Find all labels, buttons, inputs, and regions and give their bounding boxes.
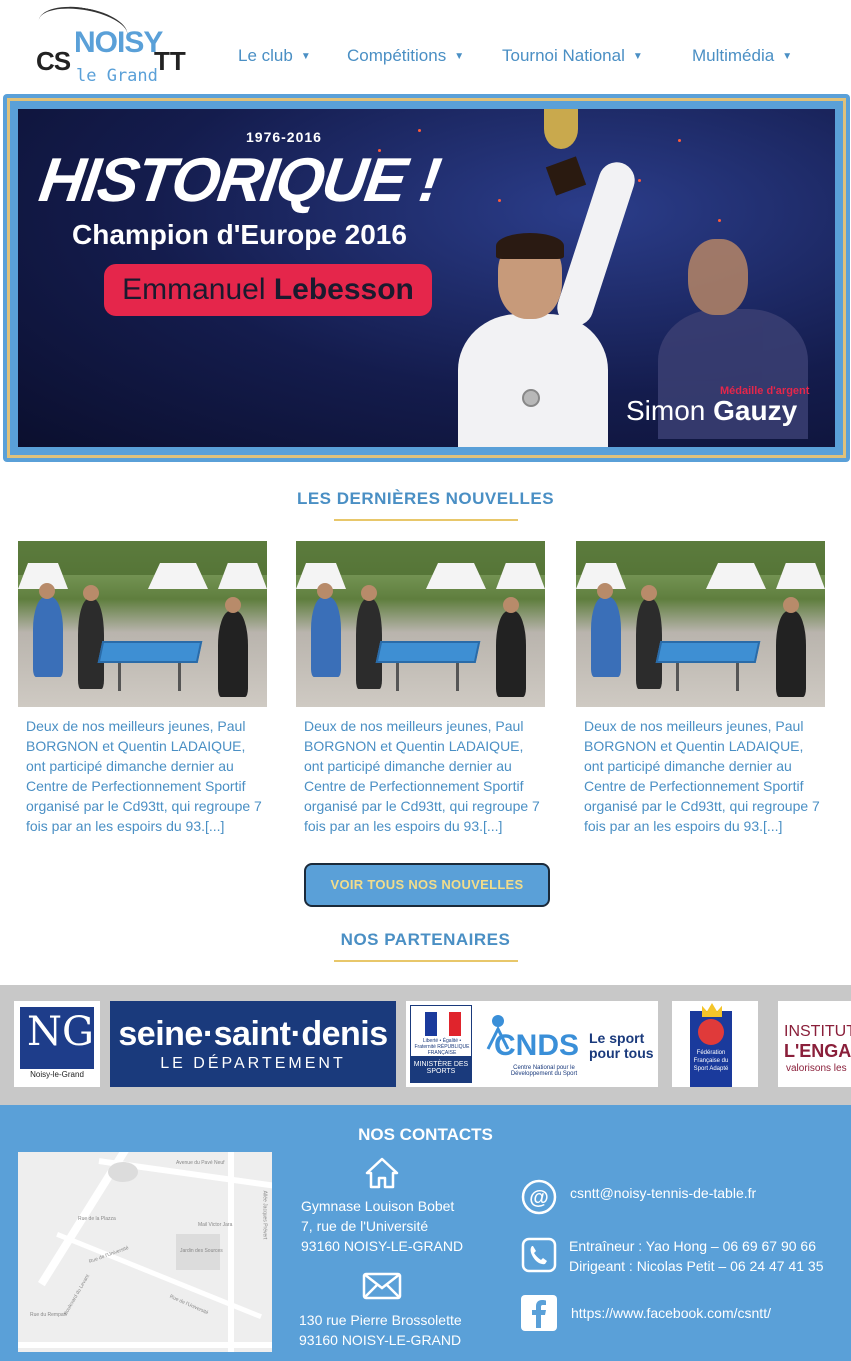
cnds-name: CNDS <box>494 1029 580 1062</box>
cnds-subtitle: Centre National pour le Développement du… <box>510 1065 578 1077</box>
partners-title-text: NOS PARTENAIRES <box>340 930 511 949</box>
news-excerpt[interactable]: Deux de nos meilleurs jeunes, Paul BORGN… <box>296 716 546 836</box>
club-logo[interactable]: CS NOISY TT le Grand <box>35 0 196 88</box>
logo-grand: le Grand <box>76 66 158 86</box>
winner-first-name: Emmanuel <box>122 273 266 306</box>
crown-icon <box>702 1003 722 1017</box>
at-sign-icon: @ <box>521 1179 557 1215</box>
logo-noisy: NOISY <box>74 26 163 59</box>
manager-phone: Dirigeant : Nicolas Petit – 06 24 47 41 … <box>569 1258 824 1274</box>
news-card[interactable]: Deux de nos meilleurs jeunes, Paul BORGN… <box>576 541 826 836</box>
nav-le-club[interactable]: Le club ▼ <box>238 46 311 66</box>
noisy-logo-caption: Noisy-le-Grand <box>30 1070 84 1079</box>
nav-label: Tournoi National <box>502 46 625 65</box>
champion-player-image <box>448 157 640 447</box>
partner-institut-engagement[interactable]: INSTITUT L'ENGA valorisons les <box>778 1001 851 1087</box>
ssd-logo-line1: seine·saint·denis <box>118 1015 388 1053</box>
caret-down-icon: ▼ <box>782 51 793 62</box>
noisy-logo-mark: NG <box>27 1009 94 1055</box>
french-flag-icon <box>425 1012 461 1036</box>
phone-icon <box>521 1237 557 1273</box>
contacts-title: NOS CONTACTS <box>358 1125 493 1144</box>
partner-seine-saint-denis[interactable]: seine·saint·denis LE DÉPARTEMENT <box>110 1001 396 1087</box>
news-photo[interactable] <box>18 541 267 707</box>
home-icon <box>365 1157 399 1189</box>
nav-multimedia[interactable]: Multimédia ▼ <box>692 46 792 66</box>
news-photo[interactable] <box>296 541 545 707</box>
hero-banner-frame: 1976-2016 HISTORIQUE ! Champion d'Europe… <box>3 94 850 462</box>
news-excerpt[interactable]: Deux de nos meilleurs jeunes, Paul BORGN… <box>576 716 826 836</box>
banner-subtitle: Champion d'Europe 2016 <box>72 219 407 250</box>
caret-down-icon: ▼ <box>300 51 311 62</box>
title-underline <box>333 519 518 521</box>
nav-label: Le club <box>238 46 293 65</box>
news-card[interactable]: Deux de nos meilleurs jeunes, Paul BORGN… <box>18 541 268 836</box>
trophy-image <box>536 109 587 199</box>
email-link[interactable]: csntt@noisy-tennis-de-table.fr <box>570 1183 756 1203</box>
news-photo[interactable] <box>576 541 825 707</box>
title-underline <box>333 960 518 962</box>
all-news-button[interactable]: VOIR TOUS NOS NOUVELLES <box>304 863 550 907</box>
ssd-logo-line2: LE DÉPARTEMENT <box>160 1055 346 1072</box>
partner-noisy-le-grand[interactable]: NG Noisy-le-Grand <box>14 1001 100 1087</box>
silver-last-name: Gauzy <box>713 395 798 426</box>
nav-label: Compétitions <box>347 46 447 65</box>
news-section-title: LES DERNIÈRES NOUVELLES <box>0 489 851 521</box>
facebook-link[interactable]: https://www.facebook.com/csntt/ <box>571 1303 771 1323</box>
ffsa-logo-mark <box>698 1019 724 1045</box>
hero-banner[interactable]: 1976-2016 HISTORIQUE ! Champion d'Europe… <box>18 109 835 447</box>
news-title-text: LES DERNIÈRES NOUVELLES <box>296 489 555 508</box>
partner-ffsa[interactable]: Fédération Française du Sport Adapté <box>672 1001 758 1087</box>
news-card[interactable]: Deux de nos meilleurs jeunes, Paul BORGN… <box>296 541 546 836</box>
nav-tournoi-national[interactable]: Tournoi National ▼ <box>502 46 643 66</box>
mail-icon <box>362 1272 402 1300</box>
banner-years: 1976-2016 <box>246 129 322 145</box>
caret-down-icon: ▼ <box>454 51 465 62</box>
winner-last-name: Lebesson <box>273 273 414 306</box>
nav-label: Multimédia <box>692 46 775 65</box>
silver-first-name: Simon <box>626 395 706 426</box>
nav-competitions[interactable]: Compétitions ▼ <box>347 46 464 66</box>
news-excerpt[interactable]: Deux de nos meilleurs jeunes, Paul BORGN… <box>18 716 268 836</box>
logo-cs: CS <box>36 46 71 76</box>
caret-down-icon: ▼ <box>632 51 643 62</box>
ministere-logo: Liberté • Égalité • Fraternité RÉPUBLIQU… <box>410 1005 472 1083</box>
partners-section-title: NOS PARTENAIRES <box>0 930 851 962</box>
silver-player-name: Simon Gauzy <box>626 395 797 427</box>
coach-phone: Entraîneur : Yao Hong – 06 69 67 90 66 <box>569 1238 817 1254</box>
cnds-slogan: Le sport pour tous <box>589 1030 654 1061</box>
partner-cnds[interactable]: Liberté • Égalité • Fraternité RÉPUBLIQU… <box>406 1001 658 1087</box>
banner-headline: HISTORIQUE ! <box>35 146 444 215</box>
hero-banner-border: 1976-2016 HISTORIQUE ! Champion d'Europe… <box>7 98 846 458</box>
svg-text:@: @ <box>529 1187 549 1209</box>
logo-tt: TT <box>154 46 186 76</box>
site-header: CS NOISY TT le Grand Le club ▼ Compétitio… <box>0 0 851 92</box>
banner-winner-pill: Emmanuel Lebesson <box>104 264 432 316</box>
ffsa-logo-text: Fédération Française du Sport Adapté <box>693 1050 729 1072</box>
partners-carousel: NG Noisy-le-Grand seine·saint·denis LE D… <box>0 985 851 1105</box>
location-map[interactable]: Avenue du Pavé Neuf Rue de la Plazza Rue… <box>18 1152 272 1352</box>
postal-address: 130 rue Pierre Brossolette 93160 NOISY-L… <box>299 1312 462 1348</box>
facebook-icon[interactable] <box>521 1295 557 1331</box>
gym-address: Gymnase Louison Bobet 7, rue de l'Univer… <box>301 1198 464 1254</box>
